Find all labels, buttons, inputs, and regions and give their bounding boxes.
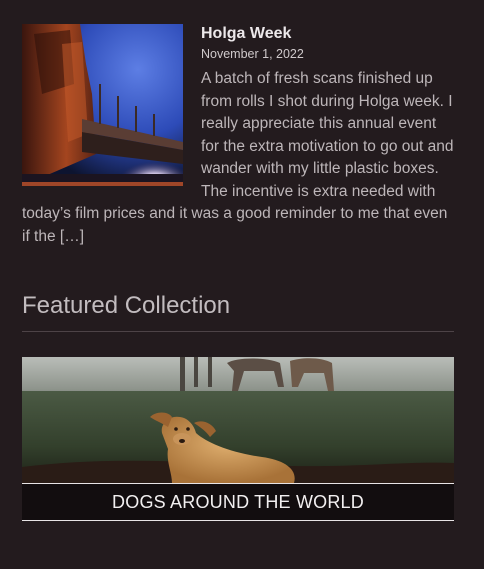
featured-collection-card[interactable]: DOGS AROUND THE WORLD: [22, 357, 454, 521]
collection-image[interactable]: [22, 357, 454, 483]
post-thumbnail[interactable]: [22, 24, 183, 186]
section-divider: [22, 331, 454, 332]
featured-collection-heading: Featured Collection: [22, 292, 231, 319]
post-card: Holga Week November 1, 2022 A batch of f…: [22, 22, 454, 248]
collection-title[interactable]: DOGS AROUND THE WORLD: [22, 483, 454, 521]
